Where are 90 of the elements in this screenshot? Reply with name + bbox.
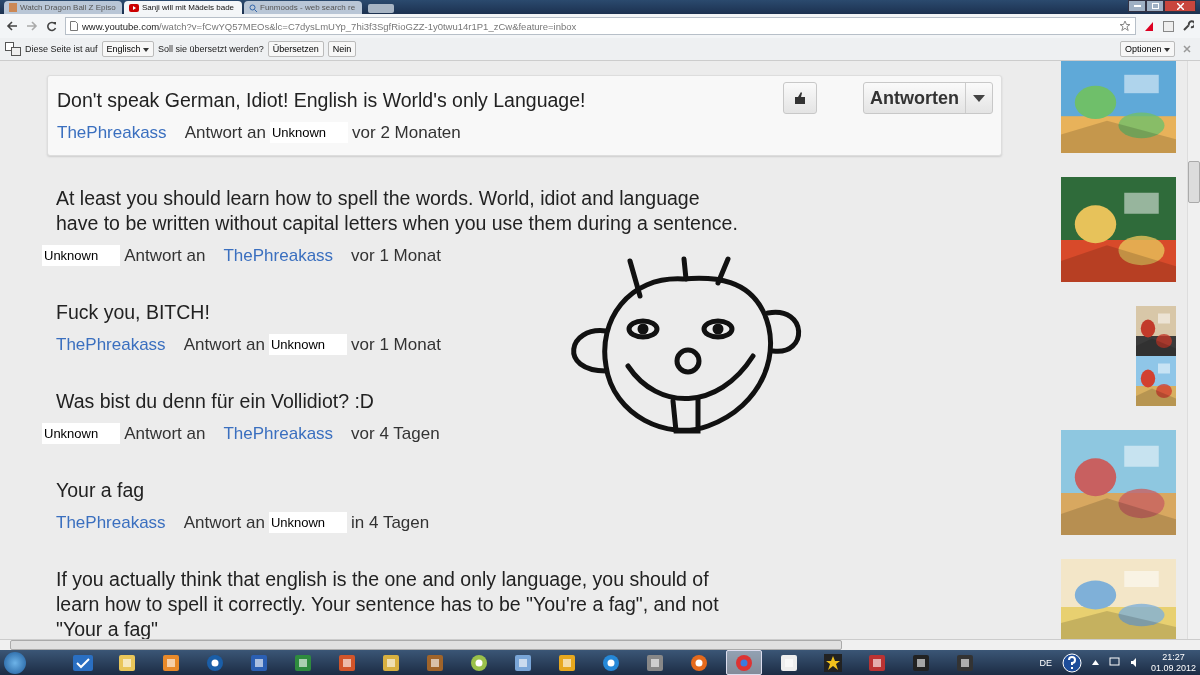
app-icon	[956, 653, 974, 672]
caret-icon	[143, 48, 150, 52]
app-icon	[294, 653, 312, 672]
username: Unknown	[42, 245, 121, 266]
vertical-scrollbar[interactable]	[1187, 61, 1200, 639]
app-icon	[162, 653, 180, 672]
like-button[interactable]	[783, 82, 817, 114]
comment-text: Fuck you, BITCH!	[56, 300, 211, 325]
app-icon	[118, 653, 136, 672]
app-icon	[558, 653, 576, 672]
horizontal-scrollbar[interactable]	[0, 639, 1200, 650]
app-icon	[868, 653, 886, 672]
start-button[interactable]	[4, 651, 26, 674]
back-icon[interactable]	[6, 21, 18, 31]
page-icon	[70, 21, 78, 31]
app-icon	[250, 653, 268, 672]
page-icon	[9, 3, 17, 12]
close-icon	[1176, 2, 1184, 10]
star-icon[interactable]	[1119, 20, 1131, 32]
language-indicator[interactable]: DE	[1039, 657, 1052, 668]
app-icon	[735, 653, 753, 672]
app-icon	[780, 653, 798, 672]
video-play-icon	[129, 3, 139, 12]
minimize-button[interactable]	[1128, 0, 1146, 12]
comment-text: Don't speak German, Idiot! English is World's only Language!	[57, 88, 587, 113]
language-dropdown[interactable]: Englisch	[101, 41, 155, 57]
url-text: www.youtube.com/watch?v=fCwYQ57MEOs&lc=C7dysLmUYp_7hi3f3SgfRioGZZ-1y0twu14r1P1_zCw&feature=inbox	[82, 20, 577, 32]
browser-tab[interactable]: Funmoods - web search re	[244, 1, 362, 14]
comment-text: Your a fag	[56, 478, 146, 503]
wrench-icon[interactable]	[1182, 20, 1194, 32]
translate-question: Soll sie übersetzt werden?	[158, 44, 264, 54]
comment-meta: Antwort an	[184, 122, 266, 143]
app-icon	[646, 653, 664, 672]
scroll-thumb[interactable]	[10, 640, 842, 650]
close-button[interactable]	[1164, 0, 1196, 12]
star-icon	[824, 653, 842, 672]
comment-meta: vor 1 Monat	[351, 245, 441, 266]
app-icon	[382, 653, 400, 672]
search-icon	[249, 3, 257, 12]
username-link[interactable]: ThePhreakass	[57, 122, 167, 143]
reply-button[interactable]: Antworten	[863, 82, 993, 114]
comment-meta: vor 2 Monaten	[352, 122, 461, 143]
app-icon	[470, 653, 488, 672]
maximize-icon	[1151, 3, 1159, 9]
translate-icon	[5, 42, 21, 56]
scroll-thumb[interactable]	[1188, 161, 1200, 203]
username-link[interactable]: ThePhreakass	[223, 423, 334, 444]
reload-icon[interactable]	[46, 20, 57, 32]
username: Unknown	[269, 122, 349, 143]
network-icon[interactable]	[1108, 657, 1120, 668]
comment-meta: Antwort an	[124, 245, 206, 266]
comment-meta: Antwort an	[183, 512, 265, 533]
options-button[interactable]: Optionen	[1119, 41, 1175, 57]
maximize-button[interactable]	[1146, 0, 1164, 12]
extension-icon[interactable]	[1144, 20, 1155, 32]
minimize-icon	[1133, 4, 1141, 8]
username-link[interactable]: ThePhreakass	[56, 334, 166, 355]
clock[interactable]: 21:27 01.09.2012	[1150, 651, 1196, 674]
comment-meta: Antwort an	[124, 423, 206, 444]
app-icon	[602, 653, 620, 672]
app-icon	[912, 653, 930, 672]
thumbs-up-icon	[794, 92, 806, 104]
username-link[interactable]: ThePhreakass	[56, 512, 166, 533]
app-icon	[206, 653, 224, 672]
address-field[interactable]: www.youtube.com/watch?v=fCwYQ57MEOs&lc=C7dysLmUYp_7hi3f3SgfRioGZZ-1y0twu14r1P1_zCw&feature=inbox	[65, 17, 1136, 35]
caret-icon[interactable]	[1091, 660, 1099, 665]
app-icon	[338, 653, 356, 672]
translate-prompt: Diese Seite ist auf	[25, 44, 98, 54]
comment-meta: vor 4 Tagen	[351, 423, 440, 444]
decline-button[interactable]: Nein	[327, 41, 357, 57]
caret-icon	[973, 94, 985, 102]
username: Unknown	[268, 334, 348, 355]
comment-meta: in 4 Tagen	[351, 512, 430, 533]
help-icon[interactable]	[1061, 652, 1082, 673]
app-icon	[514, 653, 532, 672]
app-icon	[690, 653, 708, 672]
extension-icon[interactable]	[1163, 20, 1174, 32]
app-icon	[426, 653, 444, 672]
translate-button[interactable]: Übersetzen	[267, 41, 324, 57]
comment-meta: vor 1 Monat	[351, 334, 441, 355]
comment-text: At least you should learn how to spell the words. World, idiot and language have to be written without capital letters when you use them during a sentence.	[56, 186, 739, 236]
comment-meta: Antwort an	[183, 334, 265, 355]
browser-tab[interactable]: Watch Dragon Ball Z Episo	[4, 1, 122, 14]
comment-text: Was bist du denn für ein Vollidiot? :D	[56, 389, 375, 414]
browser-tab[interactable]: Sanji will mit Mädels bade	[124, 1, 242, 14]
checkmark-icon	[73, 654, 93, 671]
username: Unknown	[42, 423, 121, 444]
username-link[interactable]: ThePhreakass	[223, 245, 334, 266]
username: Unknown	[268, 512, 348, 533]
caret-icon	[1164, 48, 1170, 52]
